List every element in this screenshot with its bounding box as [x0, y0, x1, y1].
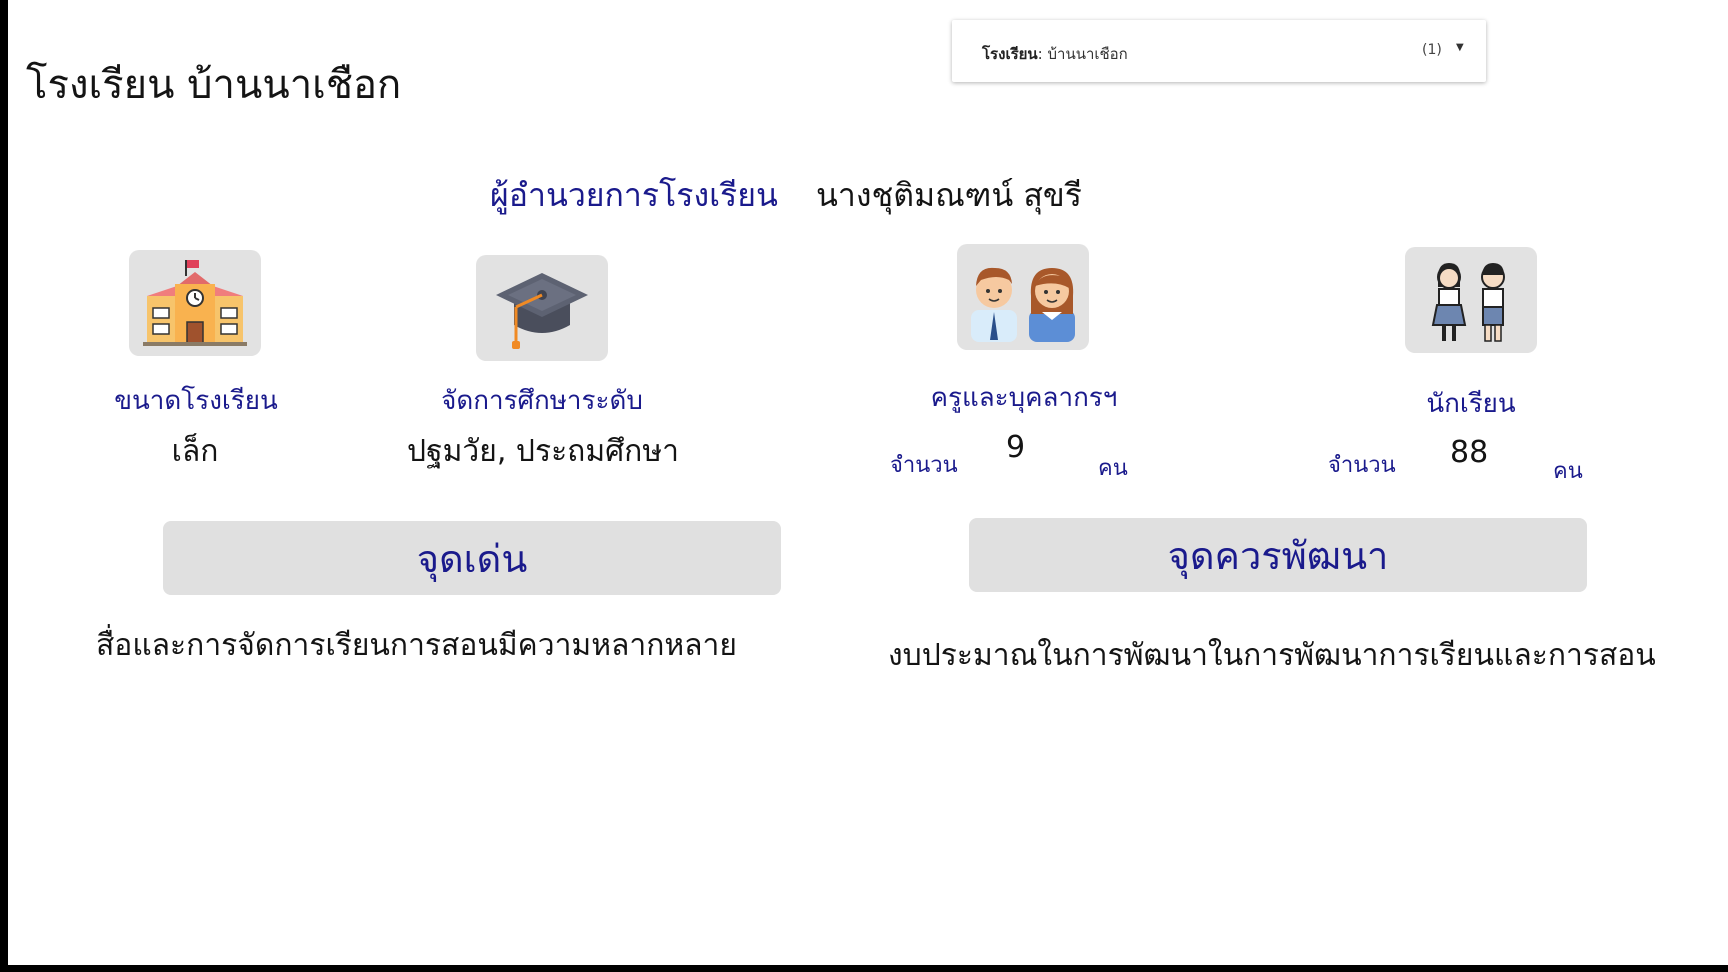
strength-header-text: จุดเด่น: [416, 536, 528, 581]
strength-header: จุดเด่น: [163, 521, 781, 595]
filter-label: โรงเรียน: บ้านนาเชือก: [982, 45, 1128, 63]
director-name: นางชุติมณฑน์ สุขรี: [816, 176, 1082, 214]
student-unit: คน: [1553, 459, 1583, 484]
school-filter-dropdown[interactable]: โรงเรียน: บ้านนาเชือก (1) ▼: [952, 20, 1486, 82]
staff-unit: คน: [1098, 456, 1128, 481]
school-building-icon: [129, 250, 261, 356]
students-label: นักเรียน: [1426, 389, 1516, 419]
staff-label: ครูและบุคลากรฯ: [930, 383, 1118, 413]
chevron-down-icon[interactable]: ▼: [1456, 42, 1464, 53]
education-level-label: จัดการศึกษาระดับ: [441, 386, 643, 416]
student-count-value: 88: [1450, 435, 1489, 470]
student-count-label: จำนวน: [1328, 453, 1396, 478]
director-label: ผู้อำนวยการโรงเรียน: [490, 176, 778, 214]
page-title: โรงเรียน บ้านนาเชือก: [26, 62, 402, 108]
dashboard-canvas: โรงเรียน บ้านนาเชือก โรงเรียน: บ้านนาเชื…: [8, 0, 1728, 965]
improvement-header: จุดควรพัฒนา: [969, 518, 1587, 592]
school-size-label: ขนาดโรงเรียน: [114, 386, 278, 416]
filter-count: (1): [1422, 42, 1442, 58]
improvement-text: งบประมาณในการพัฒนาในการพัฒนาการเรียนและก…: [888, 638, 1656, 673]
school-size-value: เล็ก: [171, 434, 219, 469]
staff-count-label: จำนวน: [890, 453, 958, 478]
staff-count-value: 9: [1006, 430, 1026, 465]
teachers-icon: [957, 244, 1089, 350]
education-level-value: ปฐมวัย, ประถมศึกษา: [407, 434, 679, 469]
strength-text: สื่อและการจัดการเรียนการสอนมีความหลากหลา…: [96, 628, 737, 663]
graduation-cap-icon: [476, 255, 608, 361]
students-icon: [1405, 247, 1537, 353]
improvement-header-text: จุดควรพัฒนา: [1167, 533, 1389, 578]
filter-value: : บ้านนาเชือก: [1037, 45, 1128, 63]
